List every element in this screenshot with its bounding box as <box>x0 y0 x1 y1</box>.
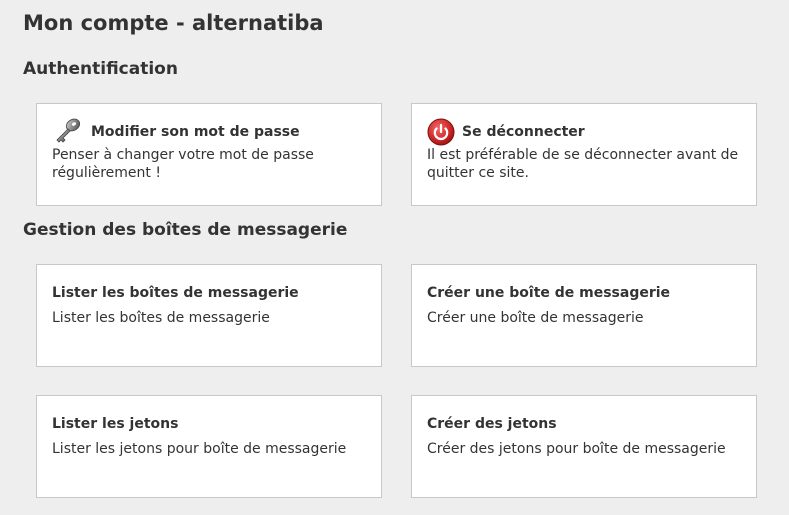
create-mailbox-title: Créer une boîte de messagerie <box>427 285 671 301</box>
create-tokens-card[interactable]: Créer des jetons Créer des jetons pour b… <box>411 395 757 498</box>
logout-card[interactable]: Se déconnecter Il est préférable de se d… <box>411 103 757 206</box>
page-title: Mon compte - alternatiba <box>23 11 324 35</box>
create-mailbox-description: Créer une boîte de messagerie <box>427 310 644 326</box>
logout-description: Il est préférable de se déconnecter avan… <box>427 147 739 181</box>
create-mailbox-card[interactable]: Créer une boîte de messagerie Créer une … <box>411 264 757 367</box>
power-icon <box>427 118 456 146</box>
list-mailboxes-description: Lister les boîtes de messagerie <box>52 310 270 326</box>
list-tokens-title: Lister les jetons <box>52 416 179 432</box>
section-title-mailboxes: Gestion des boîtes de messagerie <box>23 220 348 240</box>
create-tokens-title: Créer des jetons <box>427 416 557 432</box>
list-mailboxes-card[interactable]: Lister les boîtes de messagerie Lister l… <box>36 264 382 367</box>
change-password-description: Penser à changer votre mot de passe régu… <box>52 147 314 181</box>
key-icon <box>52 118 82 146</box>
create-tokens-description: Créer des jetons pour boîte de messageri… <box>427 441 726 457</box>
change-password-title: Modifier son mot de passe <box>91 124 300 140</box>
list-mailboxes-title: Lister les boîtes de messagerie <box>52 285 299 301</box>
logout-title: Se déconnecter <box>462 124 585 140</box>
section-title-authentication: Authentification <box>23 59 178 79</box>
list-tokens-description: Lister les jetons pour boîte de messager… <box>52 441 347 457</box>
list-tokens-card[interactable]: Lister les jetons Lister les jetons pour… <box>36 395 382 498</box>
change-password-card[interactable]: Modifier son mot de passe Penser à chang… <box>36 103 382 206</box>
